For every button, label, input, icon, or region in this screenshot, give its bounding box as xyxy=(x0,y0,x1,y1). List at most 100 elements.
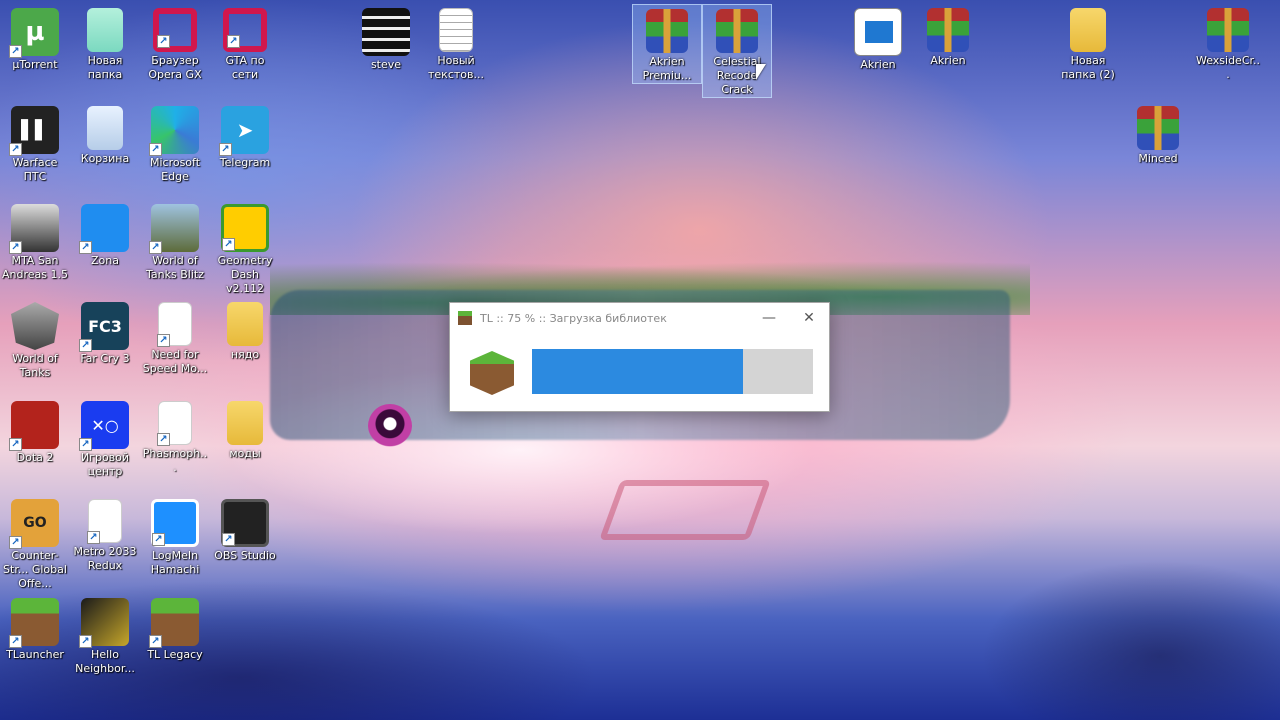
desktop-icon-edge[interactable]: ↗ Microsoft Edge xyxy=(140,102,210,184)
file-icon: ↗ xyxy=(87,499,122,544)
dota2-icon: ↗ xyxy=(9,401,59,451)
shortcut-arrow-icon: ↗ xyxy=(9,143,22,156)
desktop-icon-opera-gx[interactable]: ↗ Браузер Opera GX xyxy=(140,4,210,82)
desktop-icon-akrien-archive[interactable]: Akrien xyxy=(913,4,983,68)
wallpaper-spiral xyxy=(599,480,771,540)
desktop-icon-warface[interactable]: ▌▌ ↗ Warface ПТС xyxy=(0,102,70,184)
shortcut-arrow-icon: ↗ xyxy=(79,635,92,648)
far-cry-3-icon: FC3 ↗ xyxy=(79,302,129,352)
desktop-icon-label: Phasmoph... xyxy=(142,447,208,474)
minimize-button[interactable]: — xyxy=(749,303,789,333)
desktop-icon-label: Akrien Premiu... xyxy=(642,55,692,82)
desktop-icon-label: Корзина xyxy=(80,152,130,165)
desktop-icon-need-for-speed[interactable]: ↗ Need for Speed Mo... xyxy=(140,298,210,376)
shortcut-arrow-icon: ↗ xyxy=(79,339,92,352)
shortcut-arrow-icon: ↗ xyxy=(222,533,235,546)
desktop-icon-far-cry-3[interactable]: FC3 ↗ Far Cry 3 xyxy=(70,298,140,366)
shortcut-arrow-icon: ↗ xyxy=(149,143,162,156)
desktop-icon-gta-online[interactable]: ↗ GTA по сети xyxy=(210,4,280,82)
recycle-bin-icon xyxy=(87,106,123,150)
desktop-icon-new-folder-2[interactable]: Новая папка (2) xyxy=(1053,4,1123,82)
desktop-icon-label: Новая папка (2) xyxy=(1061,54,1115,81)
desktop-icon-hello-neighbor[interactable]: ↗ Hello Neighbor... xyxy=(70,594,140,676)
shortcut-arrow-icon: ↗ xyxy=(227,35,240,48)
desktop-icon-dota2[interactable]: ↗ Dota 2 xyxy=(0,397,70,465)
desktop-icon-label: MTA San Andreas 1.5 xyxy=(2,254,68,281)
shortcut-arrow-icon: ↗ xyxy=(149,635,162,648)
desktop-icon-telegram[interactable]: ➤ ↗ Telegram xyxy=(210,102,280,170)
desktop-icon-label: нядо xyxy=(230,348,260,361)
desktop-icon-celestial-recode[interactable]: Celestial Recode Crack xyxy=(702,4,772,98)
shortcut-arrow-icon: ↗ xyxy=(222,238,235,251)
desktop-icon-label: Новая папка xyxy=(87,54,123,81)
desktop-icon-label: Zona xyxy=(91,254,119,267)
window-titlebar[interactable]: TL :: 75 % :: Загрузка библиотек — ✕ xyxy=(450,303,829,333)
desktop-icon-label: Браузер Opera GX xyxy=(148,54,202,81)
opera-icon: ↗ xyxy=(223,8,267,52)
warface-icon: ▌▌ ↗ xyxy=(9,106,59,156)
desktop-icon-geometry-dash[interactable]: ↗ Geometry Dash v2.112 xyxy=(210,200,280,296)
folder-icon xyxy=(227,401,263,445)
desktop-icon-zona[interactable]: ↗ Zona xyxy=(70,200,140,268)
desktop-icon-world-of-tanks[interactable]: World of Tanks xyxy=(0,298,70,380)
tlauncher-icon: ↗ xyxy=(9,598,59,648)
desktop-icon-game-center[interactable]: ✕○ ↗ Игровой центр xyxy=(70,397,140,479)
desktop-icon-akrien-premium[interactable]: Akrien Premiu... xyxy=(632,4,702,84)
desktop-icon-metro-2033[interactable]: ↗ Metro 2033 Redux xyxy=(70,495,140,573)
desktop-icon-akrien-app[interactable]: Akrien xyxy=(843,4,913,72)
desktop-icon-tlauncher[interactable]: ↗ TLauncher xyxy=(0,594,70,662)
desktop-icon-label: steve xyxy=(370,58,402,71)
desktop-icon-new-folder[interactable]: Новая папка xyxy=(70,4,140,82)
geometry-dash-icon: ↗ xyxy=(221,204,269,252)
wallpaper-eye xyxy=(368,404,412,448)
desktop-icon-steve[interactable]: steve xyxy=(351,4,421,72)
hamachi-icon: ↗ xyxy=(151,499,199,547)
desktop-icon-label: OBS Studio xyxy=(214,549,276,562)
tlauncher-icon xyxy=(458,311,472,325)
desktop-icon-label: GTA по сети xyxy=(225,54,265,81)
desktop-icon-label: Akrien xyxy=(930,54,966,67)
winrar-icon xyxy=(716,9,758,53)
shortcut-arrow-icon: ↗ xyxy=(149,241,162,254)
wot-blitz-icon: ↗ xyxy=(149,204,199,254)
desktop-icon-label: Counter-Str... Global Offe... xyxy=(3,549,67,590)
wallpaper-shadow-right xyxy=(980,560,1280,720)
desktop-icon-wot-blitz[interactable]: ↗ World of Tanks Blitz xyxy=(140,200,210,282)
game-center-icon: ✕○ ↗ xyxy=(79,401,129,451)
tl-legacy-icon: ↗ xyxy=(149,598,199,648)
desktop-icon-obs[interactable]: ↗ OBS Studio xyxy=(210,495,280,563)
edge-icon: ↗ xyxy=(149,106,199,156)
shortcut-arrow-icon: ↗ xyxy=(157,433,170,446)
shortcut-arrow-icon: ↗ xyxy=(157,334,170,347)
desktop-icon-tl-legacy[interactable]: ↗ TL Legacy xyxy=(140,594,210,662)
tlauncher-loading-window[interactable]: TL :: 75 % :: Загрузка библиотек — ✕ xyxy=(449,302,830,412)
desktop-icon-csgo[interactable]: GO ↗ Counter-Str... Global Offe... xyxy=(0,495,70,591)
winrar-icon xyxy=(1137,106,1179,150)
desktop-icon-nyado[interactable]: нядо xyxy=(210,298,280,362)
desktop-icon-label: Игровой центр xyxy=(80,451,130,478)
shortcut-arrow-icon: ↗ xyxy=(79,241,92,254)
desktop-icon-utorrent[interactable]: µ ↗ µTorrent xyxy=(0,4,70,72)
desktop-icon-label: Warface ПТС xyxy=(12,156,58,183)
text-file-icon xyxy=(439,8,473,52)
file-icon: ↗ xyxy=(157,302,192,347)
desktop-icon-label: Новый текстов... xyxy=(428,54,484,81)
winrar-icon xyxy=(1207,8,1249,52)
desktop-icon-phasmophobia[interactable]: ↗ Phasmoph... xyxy=(140,397,210,475)
desktop-icon-label: TL Legacy xyxy=(147,648,203,661)
csgo-icon: GO ↗ xyxy=(9,499,59,549)
desktop-icon-label: Metro 2033 Redux xyxy=(73,545,137,572)
desktop-icon-recycle-bin[interactable]: Корзина xyxy=(70,102,140,166)
telegram-icon: ➤ ↗ xyxy=(219,106,269,156)
desktop-icon-mta[interactable]: ↗ MTA San Andreas 1.5 xyxy=(0,200,70,282)
desktop-icon-hamachi[interactable]: ↗ LogMeIn Hamachi xyxy=(140,495,210,577)
shortcut-arrow-icon: ↗ xyxy=(9,536,22,549)
desktop-icon-minced[interactable]: Minced xyxy=(1123,102,1193,166)
close-button[interactable]: ✕ xyxy=(789,303,829,333)
desktop-icon-label: Dota 2 xyxy=(16,451,54,464)
desktop-icon-mods[interactable]: моды xyxy=(210,397,280,461)
desktop-icon-new-text-file[interactable]: Новый текстов... xyxy=(421,4,491,82)
desktop-icon-wexside[interactable]: WexsideCr... xyxy=(1193,4,1263,82)
loading-progress-bar xyxy=(532,349,813,394)
shortcut-arrow-icon: ↗ xyxy=(152,533,165,546)
